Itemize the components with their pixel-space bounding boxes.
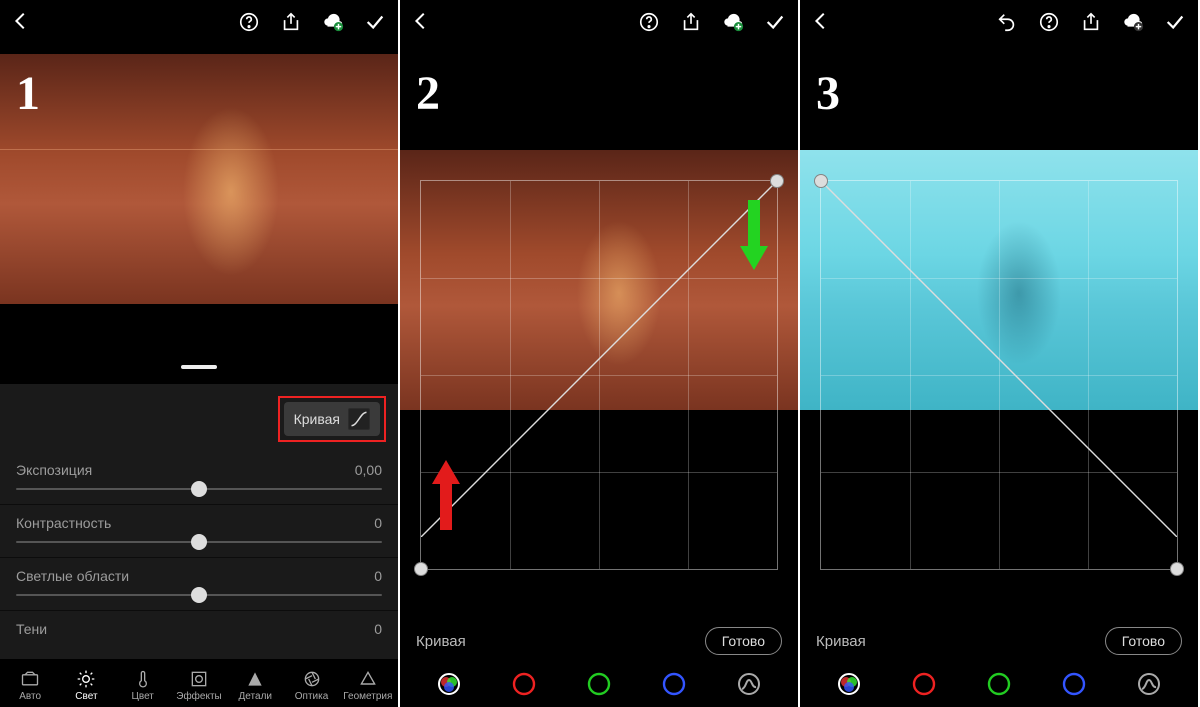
curve-point-highlights[interactable] <box>770 174 784 188</box>
slider-shadows[interactable]: Тени 0 <box>0 611 398 661</box>
curve-label: Кривая <box>416 633 466 650</box>
nav-label: Детали <box>239 691 272 702</box>
step-number: 3 <box>816 66 840 121</box>
effects-icon <box>189 669 209 689</box>
rgb-channel-icon[interactable] <box>436 671 462 697</box>
slider-exposure[interactable]: Экспозиция 0,00 <box>0 452 398 505</box>
cloud-sync-icon[interactable] <box>722 11 744 33</box>
photo-preview[interactable] <box>0 54 398 304</box>
slider-label: Светлые области <box>16 568 129 584</box>
light-sliders-panel: Кривая Экспозиция 0,00 Контрастность 0 <box>0 384 398 659</box>
blue-channel-icon[interactable] <box>661 671 687 697</box>
panel-step-3: 3 Кривая Готово <box>800 0 1200 707</box>
done-button[interactable]: Готово <box>1105 627 1182 655</box>
step-number: 1 <box>16 66 40 121</box>
nav-label: Цвет <box>131 691 153 702</box>
auto-icon <box>20 669 40 689</box>
slider-highlights[interactable]: Светлые области 0 <box>0 558 398 611</box>
back-icon[interactable] <box>10 10 32 32</box>
curve-button-label: Кривая <box>294 411 340 427</box>
curve-point-highlights[interactable] <box>1170 562 1184 576</box>
top-toolbar <box>800 0 1198 44</box>
curve-footer: Кривая Готово <box>400 627 798 655</box>
curve-footer: Кривая Готово <box>800 627 1198 655</box>
geometry-icon <box>358 669 378 689</box>
drawer-handle[interactable] <box>181 365 217 369</box>
curve-icon <box>348 408 370 430</box>
panel-step-1: 1 Кривая Экспозиция 0,00 <box>0 0 400 707</box>
cloud-sync-icon[interactable] <box>322 11 344 33</box>
back-icon[interactable] <box>410 10 432 32</box>
arrow-down-annotation <box>740 200 768 270</box>
checkmark-icon[interactable] <box>1164 11 1186 33</box>
share-icon[interactable] <box>280 11 302 33</box>
green-channel-icon[interactable] <box>586 671 612 697</box>
cloud-sync-icon[interactable] <box>1122 11 1144 33</box>
nav-optics[interactable]: Оптика <box>283 665 339 702</box>
curve-button[interactable]: Кривая <box>284 402 380 436</box>
sun-icon <box>76 669 96 689</box>
nav-color[interactable]: Цвет <box>115 665 171 702</box>
panel-step-2: 2 Кривая Готово <box>400 0 800 707</box>
nav-label: Геометрия <box>343 691 392 702</box>
nav-label: Эффекты <box>176 691 221 702</box>
step-number: 2 <box>416 66 440 121</box>
nav-geometry[interactable]: Геометрия <box>340 665 396 702</box>
green-channel-icon[interactable] <box>986 671 1012 697</box>
channel-row <box>800 671 1198 697</box>
blue-channel-icon[interactable] <box>1061 671 1087 697</box>
slider-value: 0 <box>374 568 382 584</box>
curve-grid[interactable] <box>420 180 778 570</box>
share-icon[interactable] <box>1080 11 1102 33</box>
curve-button-highlight: Кривая <box>278 396 386 442</box>
checkmark-icon[interactable] <box>764 11 786 33</box>
nav-label: Оптика <box>295 691 329 702</box>
top-toolbar <box>400 0 798 44</box>
slider-label: Экспозиция <box>16 462 92 478</box>
nav-effects[interactable]: Эффекты <box>171 665 227 702</box>
slider-contrast[interactable]: Контрастность 0 <box>0 505 398 558</box>
help-icon[interactable] <box>638 11 660 33</box>
top-toolbar <box>0 0 398 44</box>
detail-icon <box>245 669 265 689</box>
parametric-icon[interactable] <box>1136 671 1162 697</box>
back-icon[interactable] <box>810 10 832 32</box>
share-icon[interactable] <box>680 11 702 33</box>
curve-grid[interactable] <box>820 180 1178 570</box>
checkmark-icon[interactable] <box>364 11 386 33</box>
nav-auto[interactable]: Авто <box>2 665 58 702</box>
bottom-nav: Авто Свет Цвет Эффекты Детали Оптика Гео… <box>0 659 398 707</box>
arrow-up-annotation <box>432 460 460 530</box>
parametric-icon[interactable] <box>736 671 762 697</box>
curve-point-shadows[interactable] <box>814 174 828 188</box>
channel-row <box>400 671 798 697</box>
red-channel-icon[interactable] <box>911 671 937 697</box>
help-icon[interactable] <box>238 11 260 33</box>
nav-light[interactable]: Свет <box>58 665 114 702</box>
curve-label: Кривая <box>816 633 866 650</box>
slider-label: Тени <box>16 621 47 637</box>
red-channel-icon[interactable] <box>511 671 537 697</box>
slider-value: 0 <box>374 621 382 637</box>
nav-label: Свет <box>75 691 97 702</box>
done-button[interactable]: Готово <box>705 627 782 655</box>
help-icon[interactable] <box>1038 11 1060 33</box>
slider-label: Контрастность <box>16 515 111 531</box>
undo-icon[interactable] <box>996 11 1018 33</box>
curve-point-shadows[interactable] <box>414 562 428 576</box>
slider-value: 0 <box>374 515 382 531</box>
nav-label: Авто <box>19 691 41 702</box>
slider-value: 0,00 <box>355 462 382 478</box>
nav-detail[interactable]: Детали <box>227 665 283 702</box>
lens-icon <box>302 669 322 689</box>
rgb-channel-icon[interactable] <box>836 671 862 697</box>
thermometer-icon <box>133 669 153 689</box>
